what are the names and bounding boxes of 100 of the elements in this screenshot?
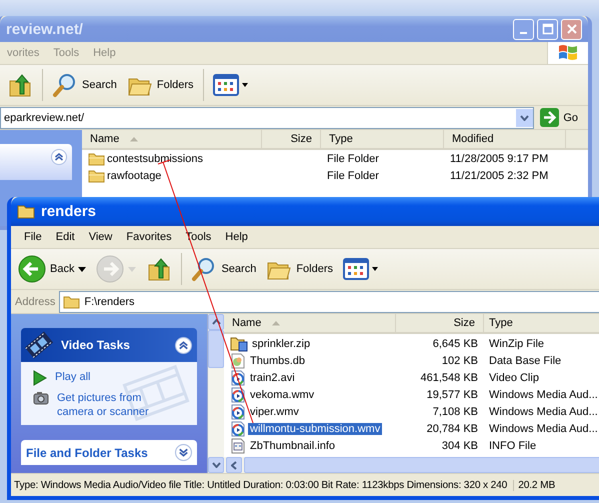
zip-file-icon <box>230 336 248 352</box>
sort-arrow-icon <box>129 136 140 142</box>
size-cell-text: 20,784 KB <box>426 422 479 434</box>
column-header[interactable]: Size <box>262 130 321 148</box>
views-icon <box>343 257 380 281</box>
column-header[interactable]: Name <box>82 130 262 148</box>
file-name[interactable]: sprinkler.zip <box>250 338 312 350</box>
scroll-left-button[interactable] <box>226 457 242 473</box>
folder-icon <box>88 168 105 182</box>
file-name[interactable]: ZbThumbnail.info <box>248 440 337 452</box>
column-header[interactable]: Size <box>396 314 484 332</box>
caret-icon <box>128 266 136 272</box>
down-chevron-icon <box>212 462 220 468</box>
status-size: 20.2 MB <box>517 480 556 490</box>
close-button[interactable] <box>561 18 582 40</box>
media-file-icon <box>230 370 246 386</box>
file-name[interactable]: train2.avi <box>248 372 297 384</box>
folder-icon <box>17 204 35 219</box>
task-link[interactable]: Play all <box>55 370 175 384</box>
size-cell-text: 102 KB <box>440 354 479 366</box>
size-cell-text: 19,577 KB <box>426 388 479 400</box>
task-panel-header[interactable]: Video Tasks <box>21 328 197 362</box>
vertical-scrollbar[interactable] <box>208 314 224 473</box>
address-field[interactable]: F:\renders <box>59 290 599 312</box>
column-header[interactable]: Name <box>224 314 396 332</box>
minimize-icon <box>520 32 527 34</box>
search-button[interactable]: Search <box>49 70 120 100</box>
windows-flag-icon <box>557 44 579 62</box>
file-name[interactable]: Thumbs.db <box>248 354 308 366</box>
panel-title: Video Tasks <box>61 338 131 352</box>
maximize-button[interactable] <box>537 18 558 40</box>
scroll-down-button[interactable] <box>208 457 224 473</box>
views-icon <box>212 73 249 97</box>
column-header[interactable]: Modified <box>444 130 566 148</box>
status-text: Type: Windows Media Audio/Video file Title: Untitled Duration: 0:03:00 Bit Rate: 1123kbps Dimensions: 320 x 240 <box>11 480 514 490</box>
type-cell-text: WinZip File <box>488 338 546 350</box>
menu-item[interactable]: Help <box>218 231 255 243</box>
scroll-thumb[interactable] <box>208 330 224 368</box>
expand-chevron-icon[interactable] <box>175 444 192 461</box>
address-label: Address <box>15 296 56 308</box>
film-strip-icon <box>23 329 55 361</box>
folder-icon <box>88 152 105 166</box>
file-name[interactable]: viper.wmv <box>248 406 301 418</box>
task-panel-header[interactable]: File and Folder Tasks <box>21 440 197 465</box>
type-cell-text: File Folder <box>326 152 380 164</box>
type-cell-text: INFO File <box>488 440 538 452</box>
up-folder-icon <box>146 256 172 282</box>
file-name-cell[interactable]: rawfootage <box>82 168 262 182</box>
column-header[interactable]: Type <box>321 130 444 148</box>
camera-icon <box>33 391 49 405</box>
arrow-icon <box>540 108 560 127</box>
panel-title: File and Folder Tasks <box>26 446 149 460</box>
search-icon <box>52 72 78 98</box>
caret-icon <box>78 266 86 272</box>
type-cell-text: Video Clip <box>488 372 540 384</box>
folder-icon <box>63 294 80 308</box>
back-button[interactable]: Back <box>15 253 90 285</box>
type-cell-text: Windows Media Aud... <box>488 422 599 434</box>
media-file-icon <box>230 420 246 436</box>
sort-arrow-icon <box>271 320 282 326</box>
file-name-cell[interactable]: contestsubmissions <box>82 152 262 166</box>
size-cell-text: 7,108 KB <box>432 406 479 418</box>
menu-item[interactable]: Edit <box>48 231 82 243</box>
menu-item[interactable]: File <box>17 231 49 243</box>
search-button[interactable]: Search <box>188 254 260 284</box>
go-button[interactable]: Go <box>538 108 584 127</box>
menu-item[interactable]: Favorites <box>119 231 179 243</box>
address-field[interactable]: eparkreview.net/ <box>0 106 534 128</box>
folders-button[interactable]: Folders <box>263 255 336 283</box>
maximize-icon <box>542 23 554 35</box>
info-file-icon <box>230 438 246 454</box>
collapse-chevron-icon[interactable] <box>51 149 67 165</box>
left-chevron-icon <box>231 460 237 470</box>
address-text: eparkreview.net/ <box>4 112 86 124</box>
type-cell-text: Data Base File <box>488 354 562 366</box>
modified-cell-text: 11/21/2005 2:32 PM <box>449 170 550 182</box>
media-file-icon <box>230 386 246 402</box>
size-cell-text: 304 KB <box>440 440 479 452</box>
column-header[interactable]: Type <box>484 314 599 332</box>
file-name[interactable]: vekoma.wmv <box>248 388 316 400</box>
collapse-chevron-icon[interactable] <box>175 336 192 354</box>
size-cell-text: 461,548 KB <box>420 372 479 384</box>
type-cell-text: File Folder <box>326 170 380 182</box>
up-chevron-icon <box>212 319 220 325</box>
size-cell-text: 6,645 KB <box>432 338 479 350</box>
minimize-button[interactable] <box>513 18 534 40</box>
address-text: F:\renders <box>84 296 136 308</box>
window-title: renders <box>41 203 98 220</box>
type-cell-text: Windows Media Aud... <box>488 388 599 400</box>
database-file-icon <box>230 352 246 368</box>
play-icon <box>33 370 47 386</box>
close-icon <box>566 23 578 35</box>
modified-cell-text: 11/28/2005 9:17 PM <box>449 152 550 164</box>
task-link[interactable]: Get pictures from camera or scanner <box>57 391 177 419</box>
window-title: review.net/ <box>6 20 84 38</box>
folders-button[interactable]: Folders <box>124 71 197 99</box>
media-file-icon <box>230 404 246 420</box>
file-name[interactable]: willmontu-submission.wmv <box>248 422 382 434</box>
scroll-up-button[interactable] <box>208 314 224 330</box>
menu-item[interactable]: View <box>82 231 120 243</box>
